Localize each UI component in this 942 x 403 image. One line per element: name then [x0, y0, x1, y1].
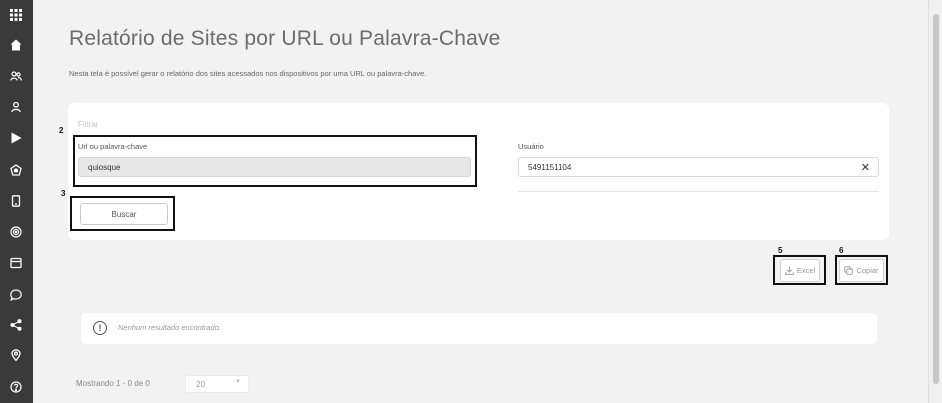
user-value: 5491151104	[528, 162, 572, 172]
target-icon[interactable]	[6, 223, 26, 241]
excel-label: Excel	[796, 266, 816, 275]
empty-result-card: ! Nenhum resultado encontrado.	[81, 313, 877, 344]
share-icon[interactable]	[6, 316, 26, 334]
chevron-down-icon: ▼	[235, 379, 241, 385]
scrollbar-thumb[interactable]	[933, 14, 939, 384]
users-icon[interactable]	[6, 67, 26, 85]
annotation-number: 3	[61, 189, 66, 198]
copy-label: Copiar	[856, 266, 879, 275]
user-icon[interactable]	[6, 98, 26, 116]
apps-grid-icon[interactable]	[6, 6, 26, 24]
sidebar	[0, 0, 33, 403]
device-icon[interactable]	[6, 192, 26, 210]
alert-circle-icon: !	[93, 321, 107, 335]
divider	[518, 191, 879, 192]
page-size-select[interactable]: 20 ▼	[185, 375, 249, 393]
user-field-label: Usuário	[518, 142, 544, 151]
download-icon	[785, 266, 794, 275]
scrollbar[interactable]	[928, 0, 942, 403]
home-icon[interactable]	[6, 36, 26, 54]
page-title: Relatório de Sites por URL ou Palavra-Ch…	[69, 27, 501, 50]
main-content: Relatório de Sites por URL ou Palavra-Ch…	[33, 0, 929, 403]
copy-icon	[844, 266, 854, 275]
page-size-value: 20	[196, 379, 205, 389]
annotation-box-url	[73, 135, 477, 187]
play-icon[interactable]	[6, 129, 26, 147]
annotation-number: 5	[778, 246, 783, 255]
filter-section-label: Filtrar	[78, 120, 99, 129]
help-icon[interactable]	[6, 378, 26, 396]
window-icon[interactable]	[6, 254, 26, 272]
pagination-summary: Mostrando 1 - 0 de 0	[76, 379, 150, 388]
annotation-box-search	[70, 196, 175, 231]
clear-icon[interactable]: ✕	[861, 161, 870, 174]
excel-export-button[interactable]: Excel	[780, 259, 820, 282]
annotation-number: 2	[59, 126, 64, 135]
location-icon[interactable]	[6, 346, 26, 364]
dashboard-icon[interactable]	[6, 161, 26, 179]
empty-result-message: Nenhum resultado encontrado.	[118, 323, 221, 332]
page-description: Nesta tela é possível gerar o relatório …	[69, 69, 427, 78]
annotation-number: 6	[839, 246, 844, 255]
user-input[interactable]: 5491151104 ✕	[518, 157, 879, 177]
copy-button[interactable]: Copiar	[839, 259, 884, 282]
chat-icon[interactable]	[6, 286, 26, 304]
